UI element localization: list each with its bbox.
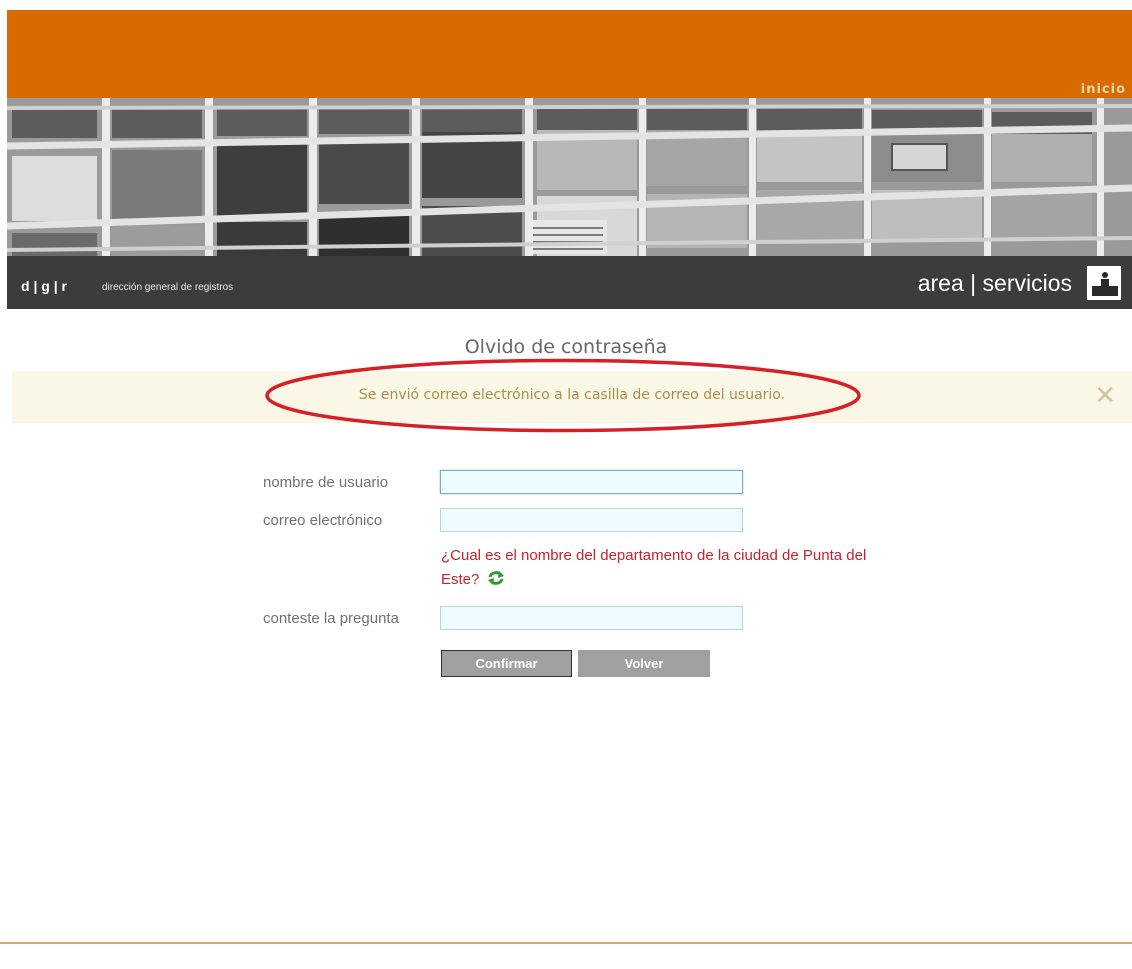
dgr-logo: d | g | r (21, 278, 67, 294)
username-input[interactable] (440, 470, 743, 494)
area-servicios-title: area | servicios (917, 270, 1072, 296)
close-icon[interactable]: ✕ (1094, 381, 1116, 411)
confirm-button[interactable]: Confirmar (441, 650, 572, 677)
inicio-link[interactable]: inicio (1081, 82, 1126, 97)
brand-bar: d | g | r dirección general de registros… (7, 256, 1132, 309)
username-label: nombre de usuario (263, 474, 389, 491)
highlight-ellipse (265, 358, 861, 433)
security-question-text: ¿Cual es el nombre del departamento de l… (441, 547, 867, 588)
refresh-icon[interactable] (487, 570, 505, 594)
answer-input[interactable] (440, 606, 743, 630)
footer-divider (0, 942, 1132, 944)
banner-image (7, 98, 1132, 256)
header-bar: inicio (7, 10, 1132, 98)
back-button[interactable]: Volver (578, 650, 710, 677)
answer-label: conteste la pregunta (263, 610, 399, 627)
email-input[interactable] (440, 508, 743, 532)
page-title: Olvido de contraseña (464, 336, 668, 358)
brand-name: dirección general de registros (102, 282, 234, 293)
person-at-desk-icon (1087, 266, 1121, 300)
email-label: correo electrónico (263, 512, 383, 529)
security-question: ¿Cual es el nombre del departamento de l… (441, 544, 871, 594)
